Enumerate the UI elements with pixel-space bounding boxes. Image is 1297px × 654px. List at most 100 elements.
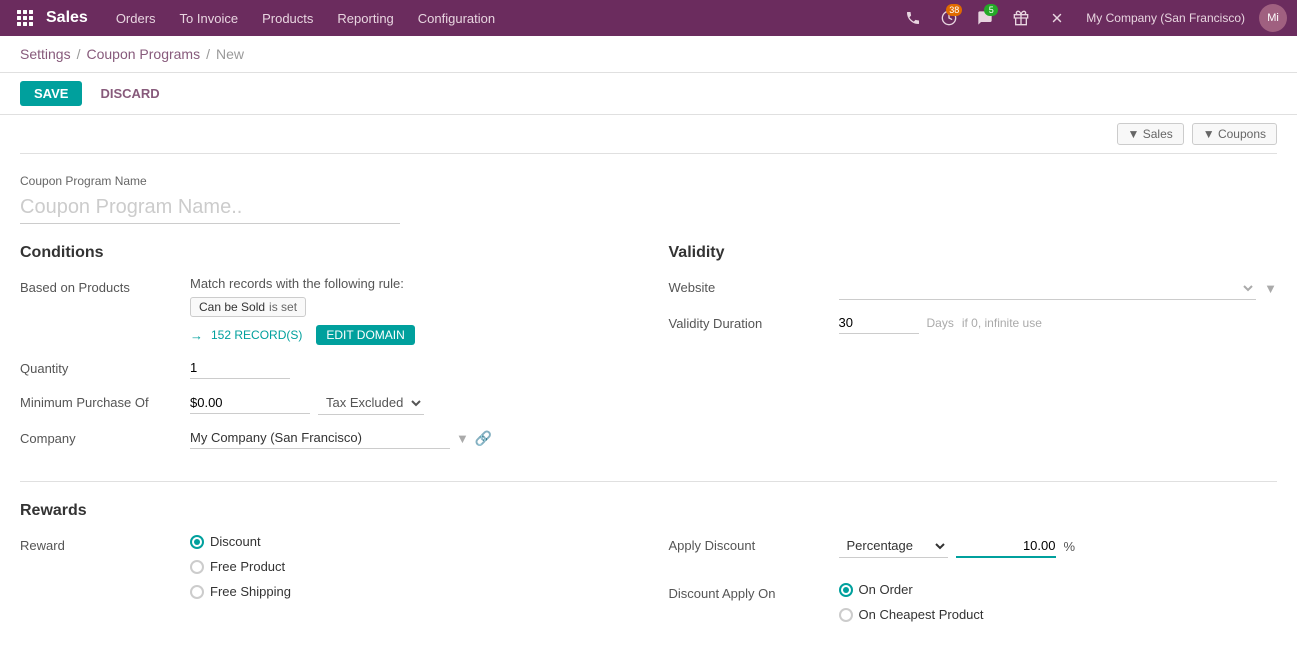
on-cheapest-product-label: On Cheapest Product bbox=[859, 607, 984, 622]
program-name-input[interactable] bbox=[20, 192, 400, 224]
nav-configuration[interactable]: Configuration bbox=[406, 0, 507, 36]
breadcrumb-settings[interactable]: Settings bbox=[20, 46, 71, 62]
validity-title: Validity bbox=[669, 244, 1278, 262]
breadcrumb-new: New bbox=[216, 46, 244, 62]
apps-icon[interactable] bbox=[10, 0, 40, 36]
apply-discount-content: Percentage Fixed Amount % bbox=[839, 534, 1278, 570]
filter-bar: ▼ Sales ▼ Coupons bbox=[20, 115, 1277, 154]
company-row: Company ▼ 🔗 bbox=[20, 427, 629, 449]
nav-right: 38 5 My Company (San Francisco) Mi bbox=[898, 0, 1287, 36]
discount-type-select[interactable]: Percentage Fixed Amount bbox=[839, 534, 948, 558]
min-purchase-content: Tax Excluded Tax Included bbox=[190, 391, 629, 415]
website-select[interactable] bbox=[839, 276, 1257, 300]
conditions-title: Conditions bbox=[20, 244, 629, 262]
reward-discount-option[interactable]: Discount bbox=[190, 534, 291, 549]
discount-apply-on-group: On Order On Cheapest Product bbox=[839, 582, 1278, 622]
free-shipping-radio-circle bbox=[190, 585, 204, 599]
based-on-products-content: Match records with the following rule: C… bbox=[190, 276, 629, 345]
arrow-icon: → bbox=[190, 328, 203, 343]
company-label: Company bbox=[20, 427, 180, 446]
is-set-label: is set bbox=[269, 300, 297, 314]
reward-free-shipping-option[interactable]: Free Shipping bbox=[190, 584, 291, 599]
based-on-products-label: Based on Products bbox=[20, 276, 180, 295]
rewards-title: Rewards bbox=[20, 502, 1277, 520]
discount-apply-on-label: Discount Apply On bbox=[669, 582, 829, 601]
website-row: Website ▼ bbox=[669, 276, 1278, 300]
on-order-radio-dot bbox=[843, 587, 849, 593]
quantity-row: Quantity bbox=[20, 357, 629, 379]
action-bar: SAVE DISCARD bbox=[0, 73, 1297, 115]
top-navigation: Sales Orders To Invoice Products Reporti… bbox=[0, 0, 1297, 36]
on-order-option[interactable]: On Order bbox=[839, 582, 1278, 597]
reward-label: Reward bbox=[20, 534, 180, 634]
rewards-section: Rewards Reward Discount bbox=[20, 481, 1277, 634]
company-selector[interactable]: My Company (San Francisco) bbox=[1078, 11, 1253, 25]
chat-icon[interactable]: 5 bbox=[970, 0, 1000, 36]
program-name-field: Coupon Program Name bbox=[20, 174, 1277, 224]
company-content: ▼ 🔗 bbox=[190, 427, 629, 449]
coupons-filter-btn[interactable]: ▼ Coupons bbox=[1192, 123, 1277, 145]
sales-filter-btn[interactable]: ▼ Sales bbox=[1117, 123, 1184, 145]
validity-note: if 0, infinite use bbox=[962, 316, 1042, 330]
free-shipping-radio-label: Free Shipping bbox=[210, 584, 291, 599]
based-on-products-row: Based on Products Match records with the… bbox=[20, 276, 629, 345]
user-avatar[interactable]: Mi bbox=[1259, 4, 1287, 32]
reward-row: Reward Discount Free Product bbox=[20, 534, 1277, 634]
breadcrumb-coupon-programs[interactable]: Coupon Programs bbox=[86, 46, 200, 62]
clock-badge: 38 bbox=[946, 4, 962, 16]
nav-menu: Orders To Invoice Products Reporting Con… bbox=[104, 0, 507, 36]
discount-radio-circle bbox=[190, 535, 204, 549]
close-icon[interactable] bbox=[1042, 0, 1072, 36]
nav-products[interactable]: Products bbox=[250, 0, 325, 36]
can-be-sold-tag: Can be Sold is set bbox=[190, 297, 306, 317]
on-order-label: On Order bbox=[859, 582, 913, 597]
discount-value-input[interactable] bbox=[956, 535, 1056, 558]
validity-days: Days bbox=[927, 316, 954, 330]
discount-radio-dot bbox=[194, 539, 200, 545]
phone-icon[interactable] bbox=[898, 0, 928, 36]
cheapest-radio-circle bbox=[839, 608, 853, 622]
website-label: Website bbox=[669, 276, 829, 295]
min-purchase-label: Minimum Purchase Of bbox=[20, 391, 180, 410]
nav-brand[interactable]: Sales bbox=[40, 9, 104, 27]
company-input[interactable] bbox=[190, 427, 450, 449]
nav-reporting[interactable]: Reporting bbox=[325, 0, 405, 36]
form-section: Coupon Program Name Conditions Based on … bbox=[20, 164, 1277, 654]
validity-duration-input[interactable] bbox=[839, 312, 919, 334]
discard-button[interactable]: DISCARD bbox=[90, 81, 169, 106]
breadcrumb: Settings / Coupon Programs / New bbox=[0, 36, 1297, 73]
main-content: ▼ Sales ▼ Coupons Coupon Program Name Co… bbox=[0, 115, 1297, 654]
nav-orders[interactable]: Orders bbox=[104, 0, 168, 36]
conditions-section: Conditions Based on Products Match recor… bbox=[20, 244, 629, 461]
on-cheapest-product-option[interactable]: On Cheapest Product bbox=[839, 607, 1278, 622]
discount-radio-label: Discount bbox=[210, 534, 261, 549]
min-purchase-input[interactable] bbox=[190, 392, 310, 414]
records-count[interactable]: 152 RECORD(S) bbox=[211, 328, 302, 342]
gift-icon[interactable] bbox=[1006, 0, 1036, 36]
website-content: ▼ bbox=[839, 276, 1278, 300]
on-order-radio-circle bbox=[839, 583, 853, 597]
program-name-label: Coupon Program Name bbox=[20, 174, 1277, 188]
edit-domain-button[interactable]: EDIT DOMAIN bbox=[316, 325, 414, 345]
discount-apply-on-content: On Order On Cheapest Product bbox=[839, 582, 1278, 622]
validity-duration-content: Days if 0, infinite use bbox=[839, 312, 1278, 334]
company-external-link-icon[interactable]: 🔗 bbox=[475, 430, 492, 447]
save-button[interactable]: SAVE bbox=[20, 81, 82, 106]
clock-icon[interactable]: 38 bbox=[934, 0, 964, 36]
apply-discount-label: Apply Discount bbox=[669, 534, 829, 553]
apply-discount-row: Apply Discount Percentage Fixed Amount % bbox=[669, 534, 1278, 570]
validity-duration-row: Validity Duration Days if 0, infinite us… bbox=[669, 312, 1278, 334]
min-purchase-row: Minimum Purchase Of Tax Excluded Tax Inc… bbox=[20, 391, 629, 415]
quantity-input[interactable] bbox=[190, 357, 290, 379]
reward-left: Reward Discount Free Product bbox=[20, 534, 629, 634]
can-be-sold-label: Can be Sold bbox=[199, 300, 265, 314]
discount-pct-label: % bbox=[1064, 539, 1076, 554]
company-dropdown-icon[interactable]: ▼ bbox=[456, 431, 469, 446]
reward-right: Apply Discount Percentage Fixed Amount % bbox=[669, 534, 1278, 634]
nav-to-invoice[interactable]: To Invoice bbox=[168, 0, 251, 36]
free-product-radio-circle bbox=[190, 560, 204, 574]
reward-free-product-option[interactable]: Free Product bbox=[190, 559, 291, 574]
validity-duration-label: Validity Duration bbox=[669, 312, 829, 331]
tax-select[interactable]: Tax Excluded Tax Included bbox=[318, 391, 424, 415]
match-rule-text: Match records with the following rule: bbox=[190, 276, 629, 291]
